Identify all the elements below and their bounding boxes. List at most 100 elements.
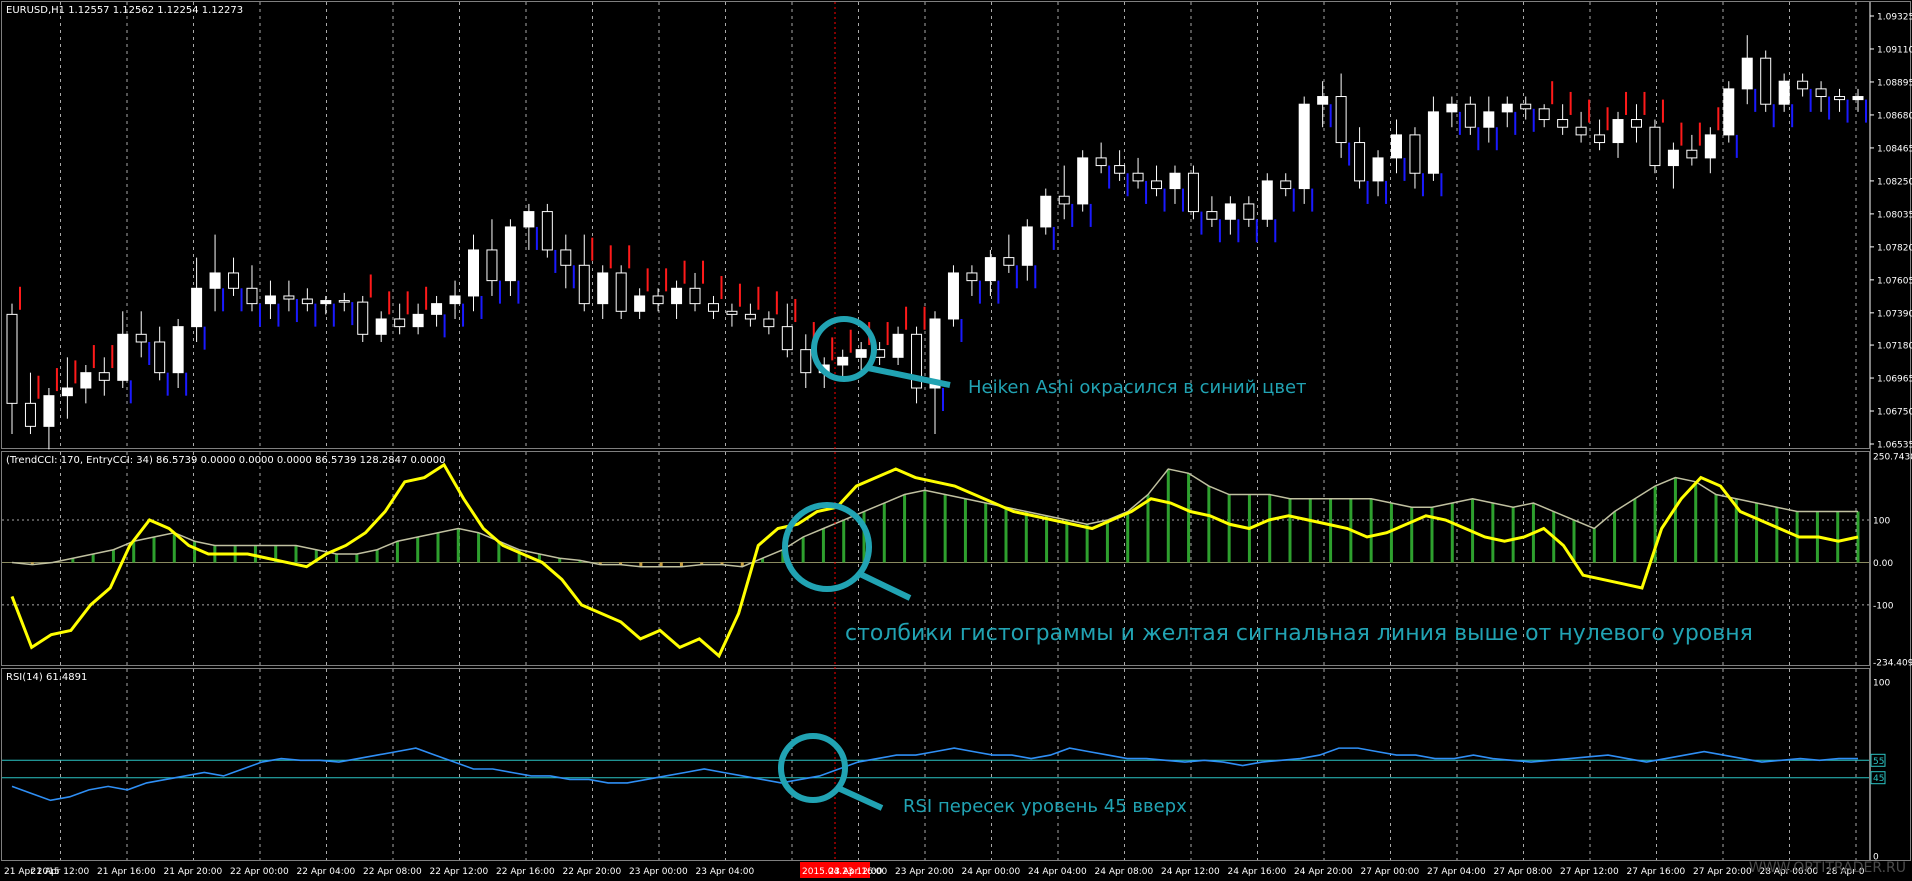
candle-body [1778, 80, 1790, 105]
candle-body [523, 211, 535, 228]
time-label: 27 Apr 12:00 [1560, 867, 1619, 877]
candle-body [1335, 96, 1347, 144]
candle-body [209, 272, 221, 289]
cci-scale-label: 0.00 [1873, 559, 1893, 569]
candle-body [615, 272, 627, 312]
time-label: 22 Apr 00:00 [230, 867, 289, 877]
candle-body [1520, 103, 1532, 110]
price-scale: 1.09325 1.09110 1.08895 1.08680 1.08465 1.082… [1870, 13, 1912, 451]
candle-body [781, 326, 793, 351]
candle-body [1354, 142, 1366, 182]
time-label: 24 Apr 16:00 [1228, 867, 1287, 877]
candle-body [1409, 134, 1421, 174]
candle-body [468, 249, 479, 297]
candle-body [1667, 149, 1679, 167]
candle-body [320, 300, 332, 305]
candle-body [763, 318, 775, 328]
histogram-annotation-text: столбики гистограммы и желтая сигнальная… [845, 621, 1753, 646]
candle-body [1280, 180, 1292, 190]
candle-body [338, 300, 350, 303]
candle-body [652, 295, 664, 305]
candle-body [855, 349, 867, 358]
candle-body [1224, 203, 1236, 220]
time-label: 22 Apr 20:00 [563, 867, 622, 877]
price-label: 1.09325 [1877, 13, 1912, 23]
candle-body [966, 272, 978, 282]
candle-body [1834, 96, 1846, 101]
price-label: 1.07390 [1877, 309, 1912, 319]
candle-body [43, 395, 55, 427]
time-label: 24 Apr 00:00 [962, 867, 1021, 877]
candle-body [892, 333, 904, 358]
cci-header: (TrendCCI: 170, EntryCCI: 34) 86.5739 0.… [6, 455, 446, 466]
candle-body [578, 264, 590, 305]
candle-body [1391, 134, 1402, 159]
candle-body [1132, 172, 1144, 182]
candle-body [246, 287, 258, 305]
time-label: 27 Apr 04:00 [1427, 867, 1486, 877]
candle-body [1483, 111, 1495, 128]
candle-body [1594, 134, 1606, 144]
candle-body [726, 310, 738, 315]
time-label: 24 Apr 12:00 [1161, 867, 1220, 877]
cci-scale-label: 250.7438 [1873, 453, 1912, 463]
rsi-header: RSI(14) 61.4891 [6, 672, 87, 683]
time-label: 21 Apr 20:00 [164, 867, 223, 877]
candle-body [191, 287, 203, 328]
rsi-annotation-text: RSI пересек уровень 45 вверх [903, 796, 1187, 817]
candle-body [1261, 180, 1273, 220]
time-label: 22 Apr 16:00 [496, 867, 555, 877]
candle-body [1557, 119, 1569, 128]
candle-body [264, 295, 276, 305]
candle-body [1704, 134, 1716, 159]
candle-body [1446, 103, 1458, 113]
candle-body [1649, 126, 1661, 167]
candle-body [744, 313, 756, 320]
candle-body [61, 387, 73, 397]
time-label: 21 Apr 16:00 [97, 867, 156, 877]
price-label: 1.08895 [1877, 78, 1912, 88]
candle-body [1686, 149, 1698, 159]
time-scale: 21 Apr 201521 Apr 12:00 21 Apr 16:00 21 Ap… [4, 862, 1865, 878]
candle-body [1464, 103, 1476, 128]
candle-body [449, 295, 461, 305]
candle-body [1741, 57, 1753, 90]
candle-body [117, 333, 129, 381]
cci-scale-label: -234.4096 [1873, 659, 1912, 669]
time-label: 27 Apr 00:00 [1361, 867, 1420, 877]
rsi-annotation: RSI пересек уровень 45 вверх [778, 733, 1187, 817]
candle-body [228, 272, 240, 289]
candle-body [283, 295, 295, 300]
candle-body [1427, 111, 1439, 174]
candle-body [689, 287, 701, 305]
price-label: 1.09110 [1877, 45, 1912, 55]
candle-body [1630, 119, 1642, 128]
time-label: 27 Apr 16:00 [1627, 867, 1686, 877]
price-label: 1.07820 [1877, 243, 1912, 253]
candle-body [1538, 108, 1550, 121]
heiken-ashi-layer [19, 81, 1867, 412]
candle-body [1575, 126, 1587, 136]
candle-body [6, 313, 18, 404]
candle-body [24, 402, 36, 427]
candle-body [1021, 226, 1033, 266]
candle-body [1040, 195, 1052, 228]
histogram-annotation-pointer [858, 571, 912, 601]
time-label: 27 Apr 08:00 [1494, 867, 1553, 877]
price-label: 1.06965 [1877, 375, 1912, 385]
price-label: 1.08035 [1877, 210, 1912, 220]
cci-scale: 250.7438 100 0.00 -100 -234.4096 [1873, 453, 1912, 669]
price-label: 1.06535 [1877, 441, 1912, 451]
candle-body [375, 318, 387, 335]
right-scale-frame [1870, 1, 1911, 861]
candle-body [1612, 119, 1624, 144]
time-label: 23 Apr 04:00 [696, 867, 755, 877]
candle-body [800, 349, 812, 374]
rsi-level-label: 55 [1873, 757, 1884, 767]
candle-body [1815, 88, 1827, 98]
candle-body [671, 287, 683, 305]
candle-body [1298, 103, 1310, 190]
time-label: 22 Apr 08:00 [363, 867, 422, 877]
candle-body [1187, 172, 1199, 213]
chart-window: EURUSD,H1 1.12557 1.12562 1.12254 1.1227… [0, 0, 1912, 881]
